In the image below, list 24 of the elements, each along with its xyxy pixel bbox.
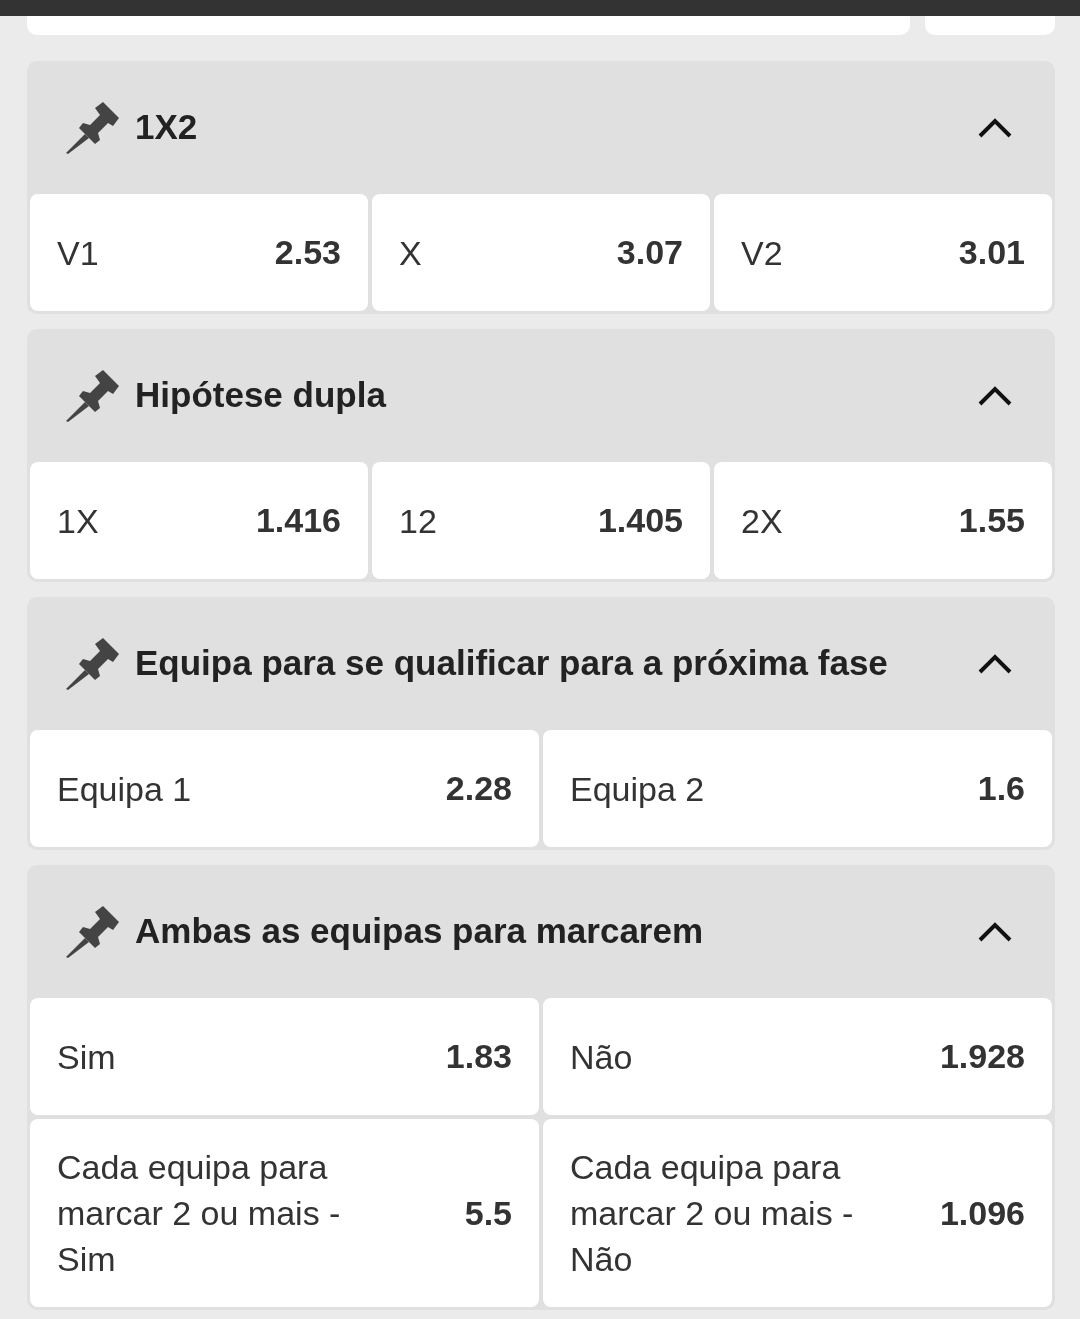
chevron-up-icon[interactable] (978, 117, 1012, 138)
odds-button[interactable]: 2X 1.55 (714, 462, 1052, 579)
chevron-up-icon[interactable] (978, 385, 1012, 406)
odds-button[interactable]: Equipa 1 2.28 (30, 730, 539, 847)
odds-button[interactable]: V1 2.53 (30, 194, 368, 311)
odds-button[interactable]: Cada equipa para marcar 2 ou mais - Não 1.096 (543, 1119, 1052, 1307)
market-title: Ambas as equipas para marcarem (135, 910, 705, 953)
market-title: 1X2 (135, 106, 199, 149)
odds-button[interactable]: Cada equipa para marcar 2 ou mais - Sim 5.5 (30, 1119, 539, 1307)
chevron-up-icon[interactable] (978, 653, 1012, 674)
market-title: Hipótese dupla (135, 374, 388, 417)
pin-icon[interactable] (65, 905, 121, 958)
odds-button[interactable]: 12 1.405 (372, 462, 710, 579)
odds-button[interactable]: V2 3.01 (714, 194, 1052, 311)
odds-button[interactable]: 1X 1.416 (30, 462, 368, 579)
pin-icon[interactable] (65, 101, 121, 154)
chevron-up-icon[interactable] (978, 921, 1012, 942)
odds-button[interactable]: Equipa 2 1.6 (543, 730, 1052, 847)
market-title: Equipa para se qualificar para a próxima fase (135, 642, 889, 685)
odds-button[interactable]: Sim 1.83 (30, 998, 539, 1115)
pin-icon[interactable] (65, 369, 121, 422)
odds-button[interactable]: Não 1.928 (543, 998, 1052, 1115)
pin-icon[interactable] (65, 637, 121, 690)
odds-button[interactable]: X 3.07 (372, 194, 710, 311)
